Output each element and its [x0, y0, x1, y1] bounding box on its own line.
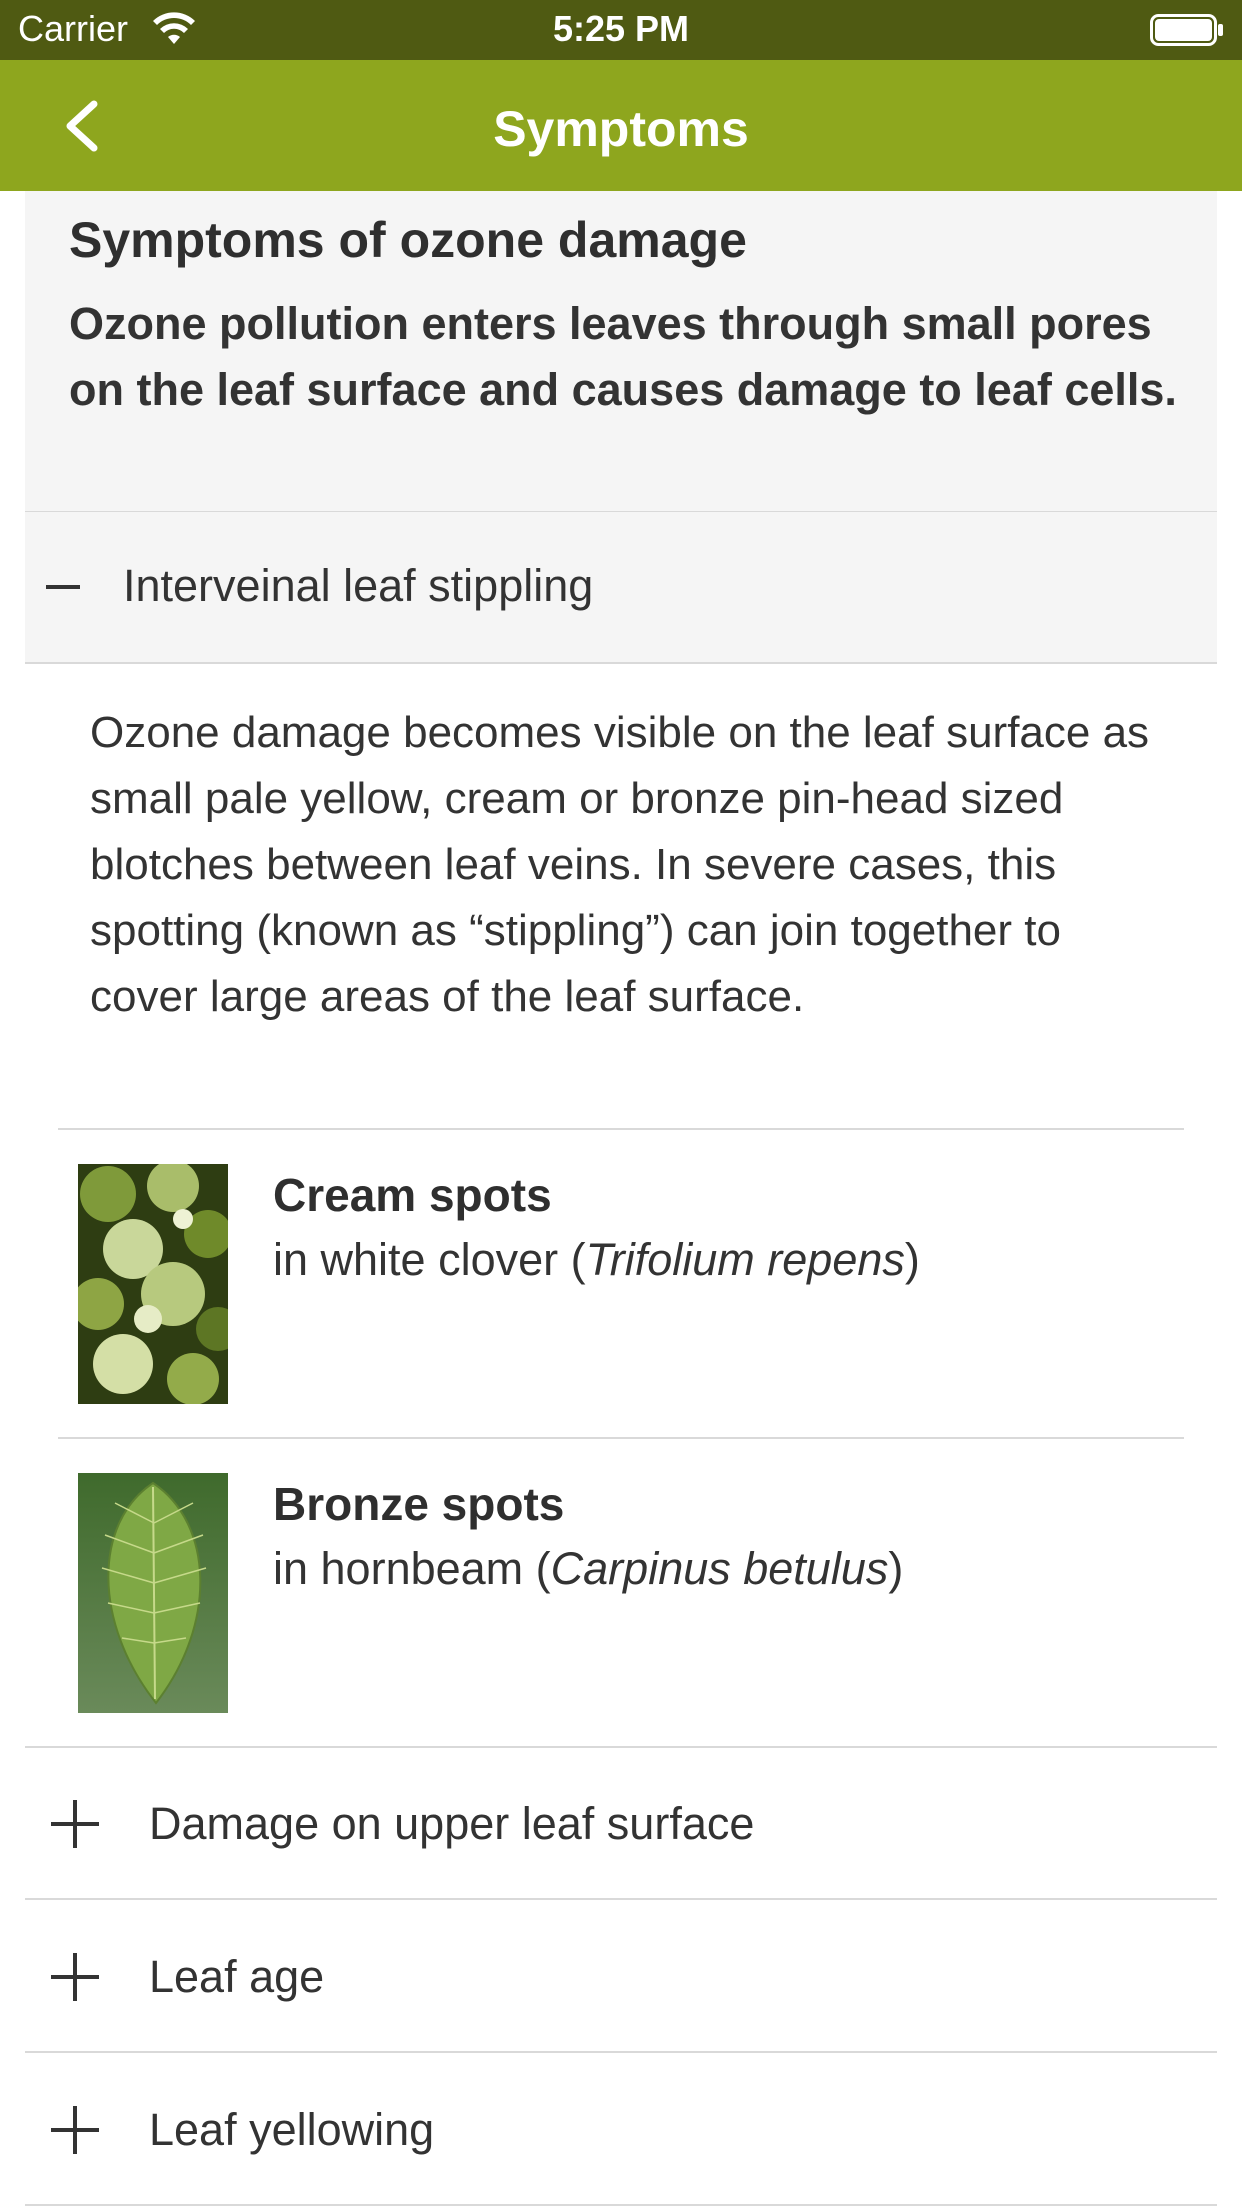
latin-name: Carpinus betulus	[550, 1543, 889, 1594]
plus-icon	[51, 2106, 99, 2154]
accordion-header-upper-leaf-damage[interactable]: Damage on upper leaf surface	[25, 1748, 1217, 1900]
accordion-header-interveinal-stippling[interactable]: Interveinal leaf stippling	[25, 512, 1217, 664]
accordion-body-text: Ozone damage becomes visible on the leaf…	[90, 708, 1150, 1021]
accordion-label: Interveinal leaf stippling	[123, 560, 594, 611]
clover-leaf-image	[78, 1164, 228, 1404]
status-bar: Carrier 5:25 PM	[0, 0, 1242, 60]
example-row-bronze-spots[interactable]: Bronze spots in hornbeam (Carpinus betul…	[58, 1467, 1184, 1775]
plus-icon	[51, 1800, 99, 1848]
example-title: Cream spots	[273, 1169, 552, 1221]
example-subtitle: in hornbeam (Carpinus betulus)	[273, 1543, 904, 1594]
divider	[58, 1437, 1184, 1439]
example-row-cream-spots[interactable]: Cream spots in white clover (Trifolium r…	[58, 1158, 1184, 1466]
intro-section: Symptoms of ozone damage Ozone pollution…	[25, 191, 1217, 513]
page-title: Symptoms	[493, 101, 749, 157]
accordion-label: Damage on upper leaf surface	[149, 1798, 755, 1849]
accordion-header-leaf-age[interactable]: Leaf age	[25, 1901, 1217, 2053]
intro-text: Ozone pollution enters leaves through sm…	[69, 298, 1177, 415]
minus-icon	[46, 585, 80, 589]
latin-name: Trifolium repens	[585, 1234, 905, 1285]
section-heading: Symptoms of ozone damage	[69, 212, 747, 268]
accordion-label: Leaf age	[149, 1951, 325, 2002]
example-title: Bronze spots	[273, 1478, 565, 1530]
accordion-label: Leaf yellowing	[149, 2104, 435, 2155]
divider	[58, 1128, 1184, 1130]
plus-icon	[51, 1953, 99, 2001]
example-subtitle: in white clover (Trifolium repens)	[273, 1234, 920, 1285]
battery-icon	[1150, 14, 1223, 46]
hornbeam-leaf-image	[78, 1473, 228, 1713]
accordion-header-leaf-yellowing[interactable]: Leaf yellowing	[25, 2054, 1217, 2206]
status-time: 5:25 PM	[552, 8, 690, 49]
navigation-bar: Symptoms	[0, 60, 1242, 191]
